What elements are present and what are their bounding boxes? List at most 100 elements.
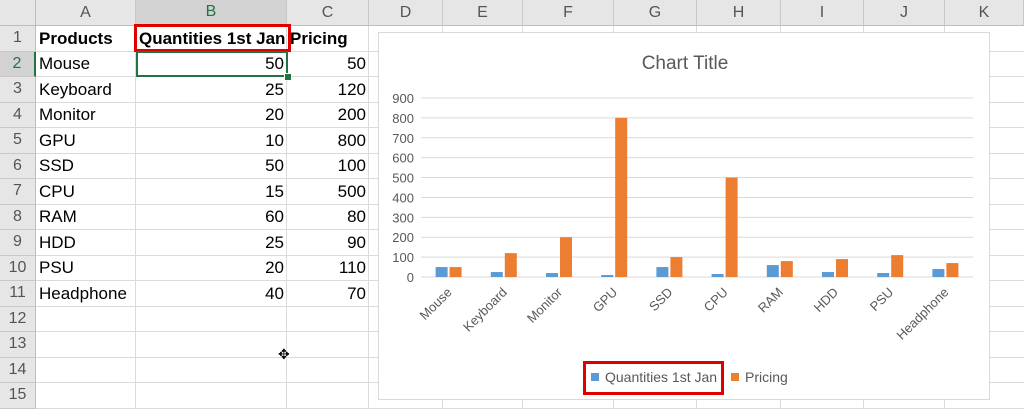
y-tick-label: 100 (392, 250, 414, 265)
cell-quantity[interactable]: 50 (136, 154, 287, 179)
cell-pricing[interactable]: 110 (287, 256, 369, 281)
row-header-5[interactable]: 5 (0, 128, 36, 154)
legend-label-pricing: Pricing (745, 369, 788, 385)
row-header-3[interactable]: 3 (0, 77, 36, 103)
bar-pricing-ssd (670, 257, 683, 277)
cell-c1-header[interactable]: Pricing (287, 26, 369, 51)
cell-quantity[interactable]: 40 (136, 281, 287, 306)
select-all-corner[interactable] (0, 0, 36, 26)
row-header-7[interactable]: 7 (0, 179, 36, 205)
cell-quantity[interactable]: 25 (136, 230, 287, 255)
y-tick-label: 900 (392, 91, 414, 106)
x-tick-label: GPU (590, 285, 621, 316)
column-header-d[interactable]: D (369, 0, 443, 26)
column-header-i[interactable]: I (781, 0, 864, 26)
cell-product[interactable]: RAM (36, 205, 136, 230)
bar-quantities-cpu (711, 274, 724, 277)
y-tick-label: 200 (392, 230, 414, 245)
bar-pricing-mouse (449, 267, 462, 277)
cell-pricing[interactable]: 120 (287, 77, 369, 102)
chart-svg: Chart Title 0 100 200 300 400 500 600 700 800 900 M… (392, 53, 973, 343)
y-tick-label: 0 (407, 270, 414, 285)
y-tick-label: 700 (392, 131, 414, 146)
row-header-4[interactable]: 4 (0, 102, 36, 128)
cell-pricing[interactable]: 50 (287, 52, 369, 77)
cell-pricing[interactable]: 200 (287, 103, 369, 128)
row-header-11[interactable]: 11 (0, 281, 36, 307)
cell-pricing[interactable]: 800 (287, 128, 369, 153)
bar-quantities-hdd (822, 272, 834, 277)
bar-pricing-keyboard (504, 253, 517, 277)
bar-quantities-monitor (546, 273, 558, 277)
row-header-1[interactable]: 1 (0, 26, 36, 52)
bar-quantities-ssd (656, 267, 669, 277)
bar-quantities-mouse (435, 267, 448, 277)
cell-product[interactable]: SSD (36, 154, 136, 179)
column-header-k[interactable]: K (945, 0, 1024, 26)
fill-handle[interactable] (284, 73, 292, 81)
row-header-8[interactable]: 8 (0, 204, 36, 230)
x-tick-label: SSD (646, 285, 676, 315)
legend-item-quantities[interactable]: Quantities 1st Jan (591, 369, 717, 385)
legend-swatch-pricing (731, 373, 739, 381)
cell-product[interactable]: Keyboard (36, 77, 136, 102)
chart-title: Chart Title (642, 53, 729, 74)
cell-product[interactable]: CPU (36, 179, 136, 204)
cell-quantity[interactable]: 15 (136, 179, 287, 204)
cell-quantity[interactable]: 60 (136, 205, 287, 230)
cell-pricing[interactable]: 100 (287, 154, 369, 179)
column-header-e[interactable]: E (443, 0, 523, 26)
column-header-g[interactable]: G (614, 0, 697, 26)
row-header-13[interactable]: 13 (0, 332, 36, 358)
bar-pricing-psu (891, 255, 904, 277)
row-header-6[interactable]: 6 (0, 153, 36, 179)
bar-pricing-cpu (725, 177, 738, 277)
cell-quantity[interactable]: 10 (136, 128, 287, 153)
bar-quantities-psu (877, 273, 890, 277)
bar-pricing-monitor (560, 237, 572, 277)
row-header-10[interactable]: 10 (0, 255, 36, 281)
row-header-2[interactable]: 2 (0, 51, 36, 77)
cell-pricing[interactable]: 80 (287, 205, 369, 230)
column-header-j[interactable]: J (864, 0, 945, 26)
row-header-15[interactable]: 15 (0, 383, 36, 409)
column-header-h[interactable]: H (697, 0, 781, 26)
chart-container[interactable]: Chart Title 0 100 200 300 400 500 600 700 800 900 M… (378, 32, 990, 400)
row-header-12[interactable]: 12 (0, 306, 36, 332)
cell-product[interactable]: Monitor (36, 103, 136, 128)
cell-quantity[interactable]: 50 (136, 52, 287, 77)
column-header-a[interactable]: A (36, 0, 136, 26)
row-header-9[interactable]: 9 (0, 230, 36, 256)
x-tick-label: HDD (811, 285, 842, 316)
bar-pricing-headphone (946, 263, 959, 277)
cell-quantity[interactable]: 25 (136, 77, 287, 102)
bar-pricing-ram (780, 261, 793, 277)
x-tick-label: CPU (701, 285, 731, 315)
y-tick-label: 500 (392, 171, 414, 186)
cell-pricing[interactable]: 500 (287, 179, 369, 204)
column-header-b[interactable]: B (136, 0, 287, 26)
header-highlight-box (134, 24, 291, 52)
y-tick-label: 300 (392, 210, 414, 225)
column-header-c[interactable]: C (287, 0, 369, 26)
bar-pricing-hdd (836, 259, 848, 277)
legend-label-quantities: Quantities 1st Jan (605, 369, 718, 385)
y-tick-label: 800 (392, 111, 414, 126)
cell-pricing[interactable]: 90 (287, 230, 369, 255)
cell-product[interactable]: Headphone (36, 281, 136, 306)
cell-quantity[interactable]: 20 (136, 103, 287, 128)
cell-a1-header[interactable]: Products (36, 26, 136, 51)
cell-product[interactable]: HDD (36, 230, 136, 255)
cell-product[interactable]: GPU (36, 128, 136, 153)
x-tick-label: RAM (755, 285, 786, 316)
cell-product[interactable]: Mouse (36, 52, 136, 77)
cell-product[interactable]: PSU (36, 256, 136, 281)
row-header-14[interactable]: 14 (0, 357, 36, 383)
bar-pricing-gpu (615, 117, 628, 277)
cell-pricing[interactable]: 70 (287, 281, 369, 306)
column-header-f[interactable]: F (523, 0, 614, 26)
cell-cursor-icon: ✥ (278, 346, 290, 362)
x-tick-label: Monitor (524, 284, 566, 326)
cell-quantity[interactable]: 20 (136, 256, 287, 281)
legend-item-pricing[interactable]: Pricing (731, 369, 788, 385)
